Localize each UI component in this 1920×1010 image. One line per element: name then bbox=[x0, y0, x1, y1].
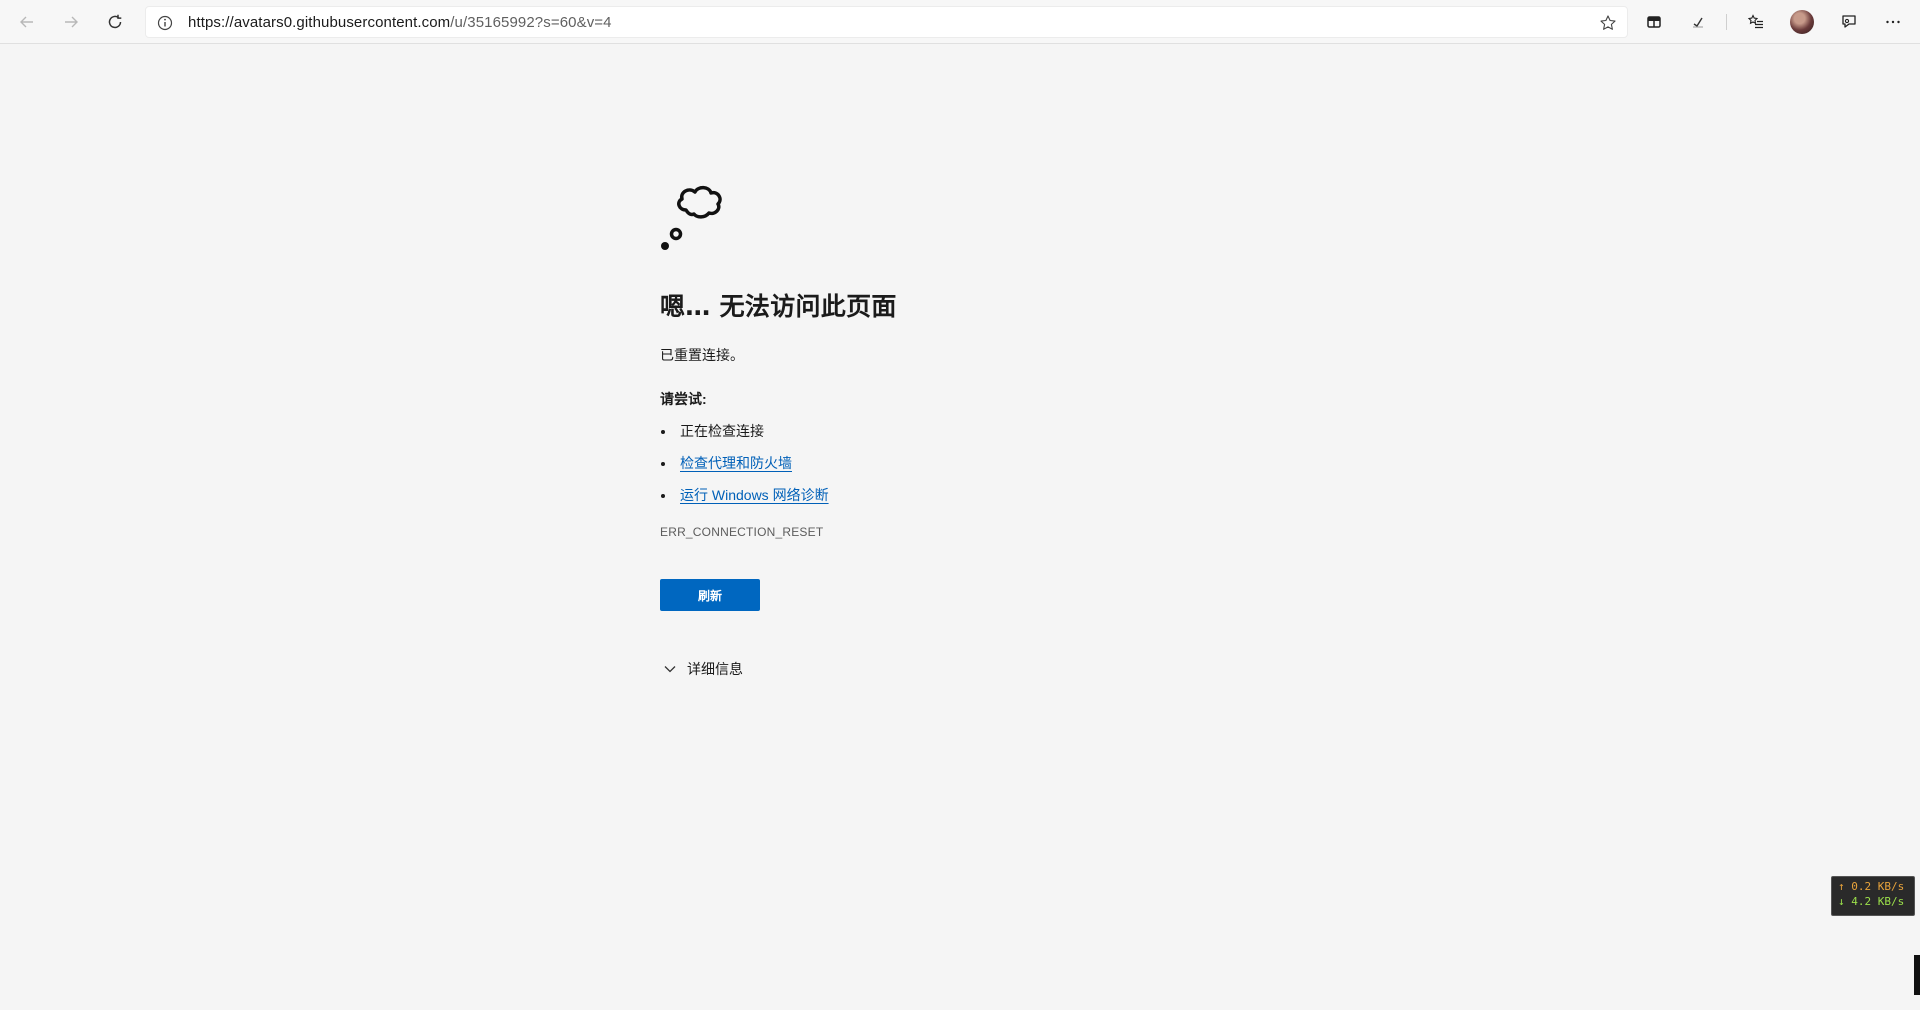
arrow-left-icon bbox=[20, 16, 33, 28]
check-proxy-firewall-link[interactable]: 检查代理和防火墙 bbox=[680, 455, 792, 471]
network-speed-widget: ↑ 0.2 KB/s ↓ 4.2 KB/s bbox=[1831, 876, 1915, 916]
refresh-button[interactable] bbox=[101, 8, 129, 36]
toolbar-divider bbox=[1726, 14, 1727, 30]
arrow-right-icon bbox=[65, 16, 78, 28]
info-icon[interactable] bbox=[156, 14, 174, 32]
browser-toolbar: https://avatars0.githubusercontent.com/u… bbox=[0, 0, 1920, 44]
more-icon bbox=[1886, 20, 1900, 24]
details-toggle[interactable]: 详细信息 bbox=[660, 659, 1280, 679]
favorites-button[interactable] bbox=[1742, 8, 1770, 36]
refresh-page-button[interactable]: 刷新 bbox=[660, 579, 760, 611]
error-page: 嗯… 无法访问此页面 已重置连接。 请尝试: 正在检查连接 检查代理和防火墙 运… bbox=[660, 176, 1280, 679]
back-button[interactable] bbox=[13, 8, 41, 36]
suggestion-list: 正在检查连接 检查代理和防火墙 运行 Windows 网络诊断 bbox=[660, 421, 1280, 517]
error-code: ERR_CONNECTION_RESET bbox=[660, 525, 824, 539]
error-message: 已重置连接。 bbox=[660, 347, 744, 363]
url-host: https://avatars0.githubusercontent.com bbox=[188, 14, 451, 31]
thought-cloud-icon bbox=[661, 185, 722, 250]
collections-button[interactable] bbox=[1640, 8, 1668, 36]
collections-icon bbox=[1647, 16, 1661, 28]
forward-button[interactable] bbox=[57, 8, 85, 36]
edge-handle bbox=[1914, 955, 1920, 995]
address-bar[interactable]: https://avatars0.githubusercontent.com/u… bbox=[145, 6, 1628, 38]
url-path: /u/35165992?s=60&v=4 bbox=[450, 14, 612, 31]
run-network-diagnostics-link[interactable]: 运行 Windows 网络诊断 bbox=[680, 487, 829, 503]
chevron-down-icon bbox=[664, 666, 676, 673]
feedback-button[interactable] bbox=[1835, 8, 1863, 36]
suggestion-check-connection: 正在检查连接 bbox=[660, 421, 1280, 453]
try-label: 请尝试: bbox=[660, 391, 707, 407]
favorites-icon bbox=[1747, 14, 1763, 29]
more-menu-button[interactable] bbox=[1879, 8, 1907, 36]
profile-avatar[interactable] bbox=[1790, 10, 1814, 34]
extension-button[interactable] bbox=[1684, 8, 1712, 36]
suggestion-check-proxy-firewall: 检查代理和防火墙 bbox=[660, 453, 1280, 485]
refresh-icon bbox=[108, 14, 122, 29]
error-heading: 嗯… 无法访问此页面 bbox=[660, 292, 897, 321]
upload-speed: ↑ 0.2 KB/s bbox=[1838, 880, 1905, 893]
extension-icon bbox=[1693, 17, 1703, 28]
feedback-icon bbox=[1842, 15, 1856, 28]
download-speed: ↓ 4.2 KB/s bbox=[1838, 895, 1905, 908]
star-icon[interactable] bbox=[1599, 14, 1617, 32]
url-text[interactable]: https://avatars0.githubusercontent.com/u… bbox=[188, 14, 612, 31]
details-label: 详细信息 bbox=[687, 661, 743, 677]
suggestion-label: 正在检查连接 bbox=[680, 423, 764, 439]
suggestion-run-diagnostics: 运行 Windows 网络诊断 bbox=[660, 485, 1280, 517]
